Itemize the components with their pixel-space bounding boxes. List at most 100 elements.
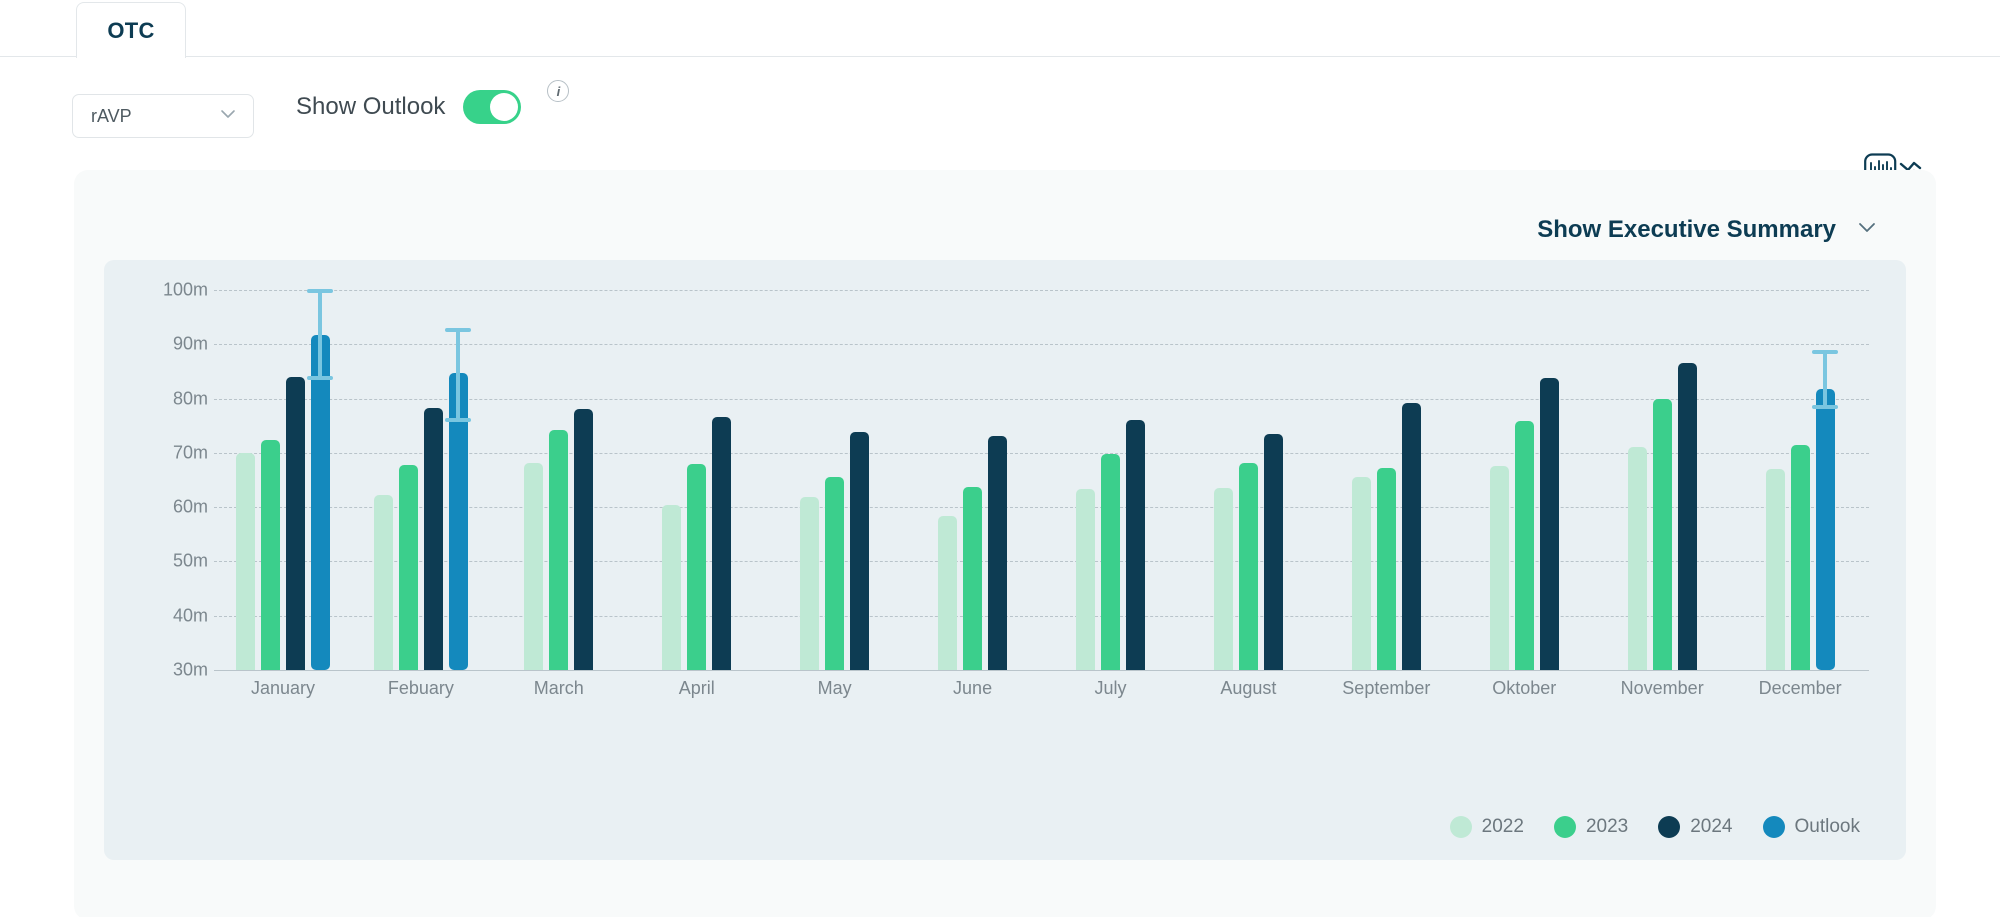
bar-outlook[interactable] [445,328,472,670]
bar-group [1179,290,1317,670]
legend-label: 2022 [1481,816,1524,837]
bar-2022[interactable] [1351,476,1371,670]
show-outlook-label: Show Outlook [296,93,446,120]
show-executive-summary-button[interactable]: Show Executive Summary [1537,214,1880,245]
bar-2024[interactable] [1401,402,1421,670]
x-axis-tick-label: November [1620,678,1704,698]
x-axis-tick-label: May [817,678,852,698]
legend-item[interactable]: Outlook [1762,816,1860,838]
error-bar-cap-upper [1812,349,1839,354]
show-outlook-toggle[interactable] [463,90,522,124]
legend-color-swatch [1553,816,1576,838]
legend-item[interactable]: 2024 [1658,816,1733,838]
x-axis-tick-label: January [250,678,315,698]
bar-2022[interactable] [938,515,958,670]
bar-2022[interactable] [662,504,682,670]
bar-2023[interactable] [1790,445,1810,670]
bar-outlook[interactable] [307,288,334,670]
bar-group [904,290,1042,670]
bar-2023[interactable] [1376,468,1396,670]
error-bar-cap-lower [307,375,334,380]
bar-2023[interactable] [1514,421,1534,670]
chart-legend: 2022 2023 2024 Outlook [1449,816,1860,838]
tab-otc-label: OTC [107,17,155,43]
bar-2022[interactable] [1075,488,1095,670]
bar-2023[interactable] [260,440,280,670]
bar-group [214,288,352,670]
bar-2024[interactable] [1125,420,1145,670]
grouped-bar-chart: 30m 40m 50m 60m 70m 80m 90m 100m January Febuary… [104,260,1906,860]
bar-group [1455,290,1593,670]
tab-strip: OTC [0,0,2000,60]
bar-2024[interactable] [285,376,305,670]
show-outlook-control: Show Outlook i [296,80,570,124]
x-axis-tick-label: August [1220,678,1277,698]
bar-2024[interactable] [850,432,870,670]
y-axis-tick-label: 80m [172,388,208,409]
error-bar-line [1823,349,1828,406]
bar-2024[interactable] [423,407,443,670]
bar-2023[interactable] [963,486,983,670]
bar-group [628,290,766,670]
tab-strip-divider [0,56,2000,57]
metric-select[interactable]: rAVP [72,94,254,138]
legend-color-swatch [1762,816,1785,838]
legend-color-swatch [1658,816,1681,838]
bar-2024[interactable] [1263,433,1283,670]
error-bar-line [318,288,323,376]
tab-otc[interactable]: OTC [76,2,186,58]
bar-2023[interactable] [1100,453,1120,670]
y-axis-tick-label: 70m [172,442,208,463]
x-axis-labels: January Febuary March April May June July Augus… [214,678,1869,708]
y-axis-tick-label: 60m [172,496,208,517]
bar-2023[interactable] [1652,398,1672,670]
bar-2022[interactable] [1627,447,1647,670]
x-axis-tick-label: March [533,678,584,698]
x-axis-tick-label: Oktober [1492,678,1557,698]
bar-group [766,290,904,670]
x-axis-tick-label: Febuary [387,678,454,698]
error-bar-cap-upper [445,328,472,333]
bar-2022[interactable] [800,497,820,670]
legend-item[interactable]: 2022 [1449,816,1524,838]
metric-select-value: rAVP [91,105,132,126]
y-axis-tick-label: 30m [172,659,208,680]
bar-2022[interactable] [1213,487,1233,670]
legend-label: 2023 [1585,816,1629,837]
x-axis-tick-label: April [678,678,715,698]
bar-2023[interactable] [825,476,845,670]
y-axis-tick-label: 90m [172,333,208,354]
bar-2022[interactable] [1765,469,1785,670]
info-icon[interactable]: i [547,80,570,102]
y-axis-tick-label: 40m [172,605,208,626]
x-axis-tick-label: September [1342,678,1431,698]
bar-2022[interactable] [373,495,393,670]
error-bar-cap-upper [307,288,334,293]
legend-label: Outlook [1794,816,1860,837]
bar-group [352,290,490,670]
show-executive-summary-label: Show Executive Summary [1537,215,1836,243]
x-axis-tick-label: December [1758,678,1842,698]
legend-label: 2024 [1690,816,1733,837]
bar-2024[interactable] [1677,363,1697,670]
bar-2024[interactable] [988,435,1008,670]
legend-item[interactable]: 2023 [1553,816,1629,838]
bar-group [1731,290,1869,670]
bar-2023[interactable] [1238,462,1258,670]
chevron-down-icon [1854,214,1880,245]
bar-group [1042,290,1180,670]
y-axis-labels: 30m 40m 50m 60m 70m 80m 90m 100m [104,280,208,680]
bar-2022[interactable] [524,463,544,670]
bar-2023[interactable] [687,464,707,670]
bar-2022[interactable] [235,452,255,670]
chevron-down-icon [217,103,239,130]
bar-group [1593,290,1731,670]
bar-outlook[interactable] [1812,349,1839,670]
bar-2024[interactable] [1539,377,1559,670]
bar-group [490,290,628,670]
bar-2024[interactable] [712,417,732,670]
bar-2024[interactable] [574,409,594,670]
bar-2023[interactable] [549,430,569,670]
bar-2023[interactable] [398,464,418,670]
bar-2022[interactable] [1489,465,1509,670]
